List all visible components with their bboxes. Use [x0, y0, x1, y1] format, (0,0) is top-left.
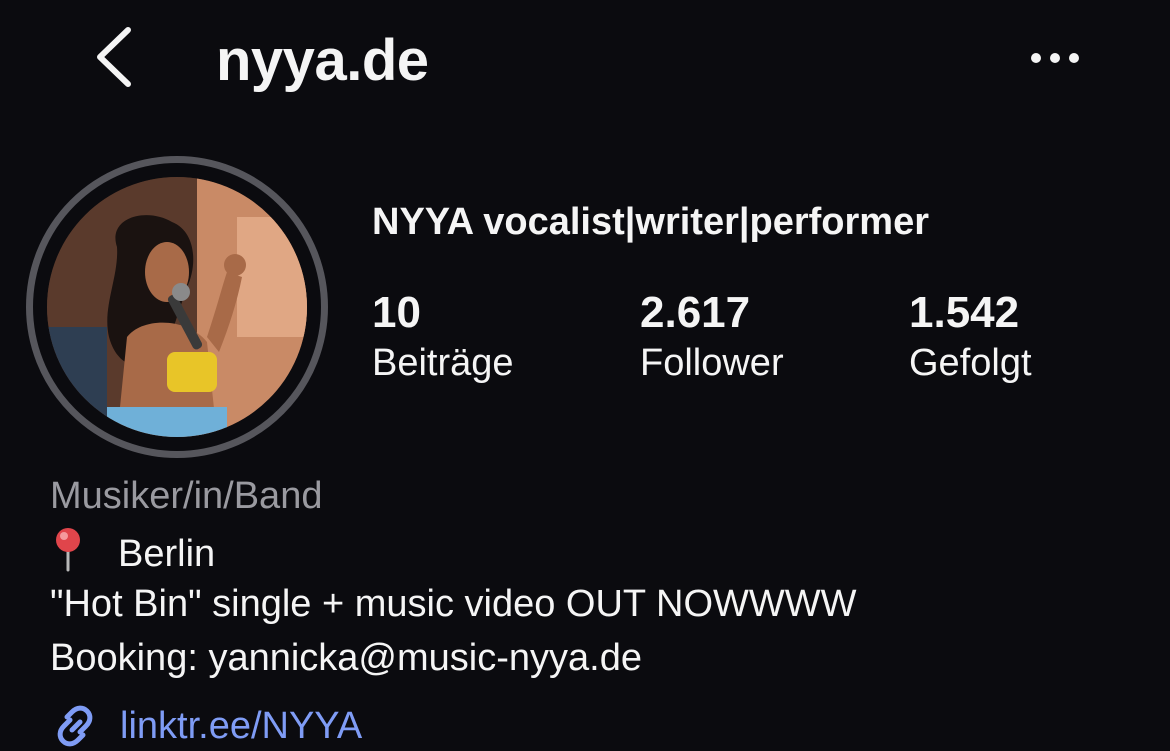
bio-link[interactable]: linktr.ee/NYYA [50, 700, 362, 751]
bio-link-text: linktr.ee/NYYA [120, 705, 363, 747]
stat-following-count: 1.542 [909, 288, 1020, 337]
pushpin-icon [56, 528, 80, 572]
chevron-left-icon [97, 27, 131, 87]
back-button[interactable] [90, 24, 146, 90]
profile-category: Musiker/in/Band [50, 475, 323, 517]
stat-followers[interactable]: 2.617 Follower [640, 288, 784, 388]
bio-location-text: Berlin [118, 533, 216, 575]
profile-display-name: NYYA vocalist|writer|performer [372, 201, 929, 243]
link-icon [57, 705, 93, 747]
stat-followers-label: Follower [640, 342, 784, 384]
profile-username: nyya.de [216, 28, 429, 93]
stat-posts-label: Beiträge [372, 342, 514, 384]
stat-followers-count: 2.617 [640, 288, 751, 337]
stat-posts[interactable]: 10 Beiträge [372, 288, 514, 388]
more-options-button[interactable] [1024, 38, 1086, 78]
stat-following[interactable]: 1.542 Gefolgt [909, 288, 1032, 388]
stat-following-label: Gefolgt [909, 342, 1032, 384]
stat-posts-count: 10 [372, 288, 421, 337]
avatar-photo [47, 177, 307, 437]
bio-booking-line: Booking: yannicka@music-nyya.de [50, 637, 642, 679]
bio-text-line: "Hot Bin" single + music video OUT NOWWW… [50, 583, 857, 625]
avatar-image [47, 177, 307, 437]
bio-location: Berlin [50, 526, 215, 578]
more-horizontal-icon [1031, 53, 1079, 63]
profile-avatar[interactable] [26, 156, 328, 458]
